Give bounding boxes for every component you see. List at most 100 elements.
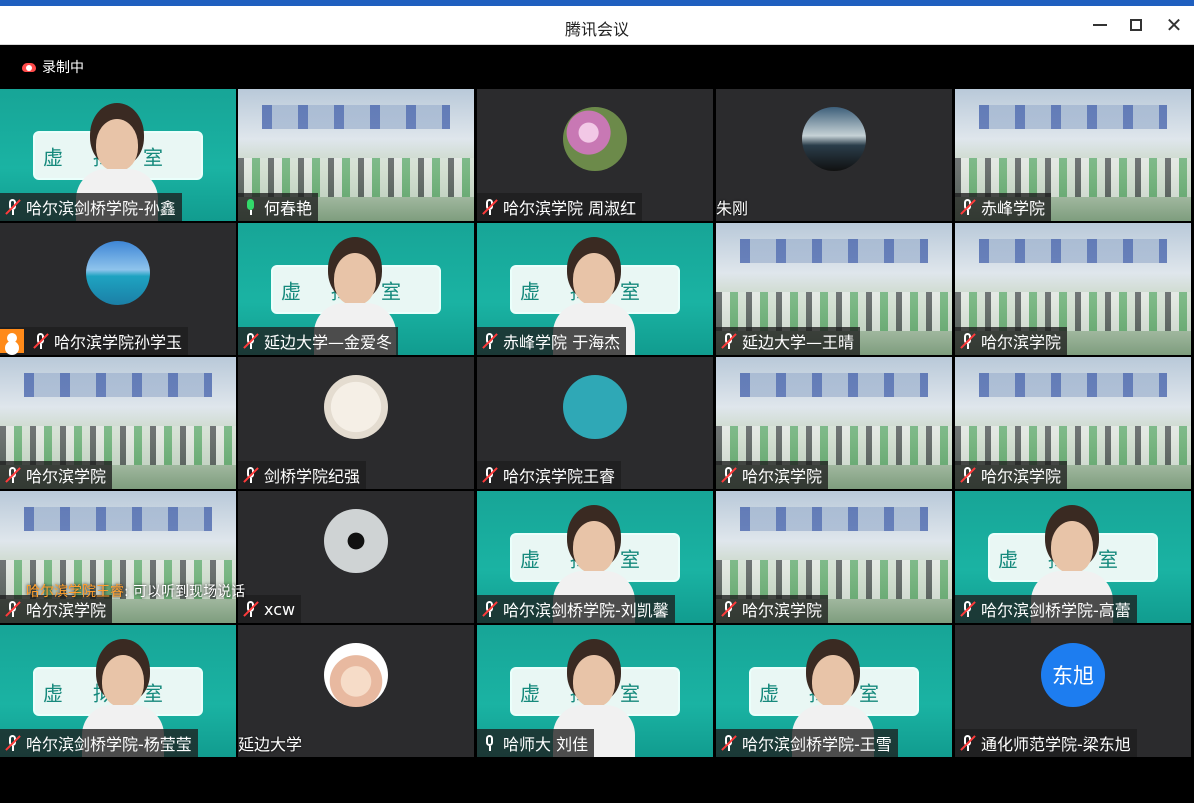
participant-tile[interactable]: 哈尔滨学院 <box>716 357 952 489</box>
mic-muted-icon <box>4 466 22 484</box>
participant-tile[interactable]: 虚拟室赤峰学院 于海杰 <box>477 223 713 355</box>
participant-name-label: 延边大学—王晴 <box>716 327 861 355</box>
participant-name-label: 哈尔滨学院孙学玉 <box>0 327 189 355</box>
meeting-stage: 虚拟室哈尔滨剑桥学院-孙鑫何春艳哈尔滨学院 周淑红朱刚赤峰学院哈尔滨学院孙学玉虚… <box>0 45 1194 803</box>
participant-name: 哈尔滨学院 <box>981 467 1062 486</box>
mic-muted-icon <box>4 198 22 216</box>
participant-tile[interactable]: 虚拟室哈尔滨剑桥学院-王雪 <box>716 625 952 757</box>
mic-muted-icon <box>959 332 977 350</box>
participant-name-label: 哈尔滨学院 <box>0 461 113 489</box>
participant-name: 哈尔滨学院 <box>981 333 1062 352</box>
participant-name: 哈尔滨剑桥学院-王雪 <box>742 735 892 754</box>
close-button[interactable]: ✕ <box>1160 12 1188 38</box>
participant-name-label: 延边大学—金爱冬 <box>238 327 399 355</box>
mic-muted-icon <box>720 600 738 618</box>
participant-name: 哈尔滨学院王睿 <box>503 467 616 486</box>
participant-tile[interactable]: 朱刚 <box>716 89 952 221</box>
participant-name: 赤峰学院 于海杰 <box>503 333 621 352</box>
participant-tile[interactable]: 延边大学 <box>238 625 474 757</box>
avatar <box>802 107 866 171</box>
chat-separator: : <box>124 584 134 600</box>
mic-muted-icon <box>959 600 977 618</box>
participant-name: 哈尔滨学院 周淑红 <box>503 199 637 218</box>
participant-name: 哈尔滨剑桥学院-刘凯馨 <box>503 601 669 620</box>
participant-tile[interactable]: 何春艳 <box>238 89 474 221</box>
mic-muted-icon <box>481 466 499 484</box>
participant-tile[interactable]: 哈尔滨学院王睿 <box>477 357 713 489</box>
mic-muted-icon <box>959 466 977 484</box>
mic-muted-icon <box>242 332 260 350</box>
avatar: 东旭 <box>1041 643 1105 707</box>
participant-name: 通化师范学院-梁东旭 <box>981 735 1131 754</box>
mic-muted-icon <box>720 734 738 752</box>
participant-tile[interactable]: 东旭通化师范学院-梁东旭 <box>955 625 1191 757</box>
participant-tile[interactable]: 虚拟室哈尔滨剑桥学院-刘凯馨 <box>477 491 713 623</box>
maximize-button[interactable] <box>1122 12 1150 38</box>
participant-name-label: xcw <box>238 595 302 623</box>
avatar <box>563 107 627 171</box>
chat-message: 可以听到现场说话 <box>133 584 246 600</box>
participant-tile[interactable]: 哈尔滨学院 <box>716 491 952 623</box>
participant-name: 哈尔滨剑桥学院-高蕾 <box>981 601 1131 620</box>
chat-toast[interactable]: 哈尔滨学院王睿: 可以听到现场说话 <box>26 581 251 600</box>
participant-tile[interactable]: 哈尔滨学院 <box>0 491 236 623</box>
mic-muted-icon <box>242 600 260 618</box>
participant-tile[interactable]: 虚拟室哈尔滨剑桥学院-杨莹莹 <box>0 625 236 757</box>
participant-tile[interactable]: 虚拟室延边大学—金爱冬 <box>238 223 474 355</box>
participant-name-label: 哈尔滨剑桥学院-高蕾 <box>955 595 1137 623</box>
avatar <box>86 241 150 305</box>
participant-tile[interactable]: 哈尔滨学院 <box>0 357 236 489</box>
window-title: 腾讯会议 <box>564 20 629 39</box>
avatar <box>324 643 388 707</box>
avatar <box>324 509 388 573</box>
video-grid: 虚拟室哈尔滨剑桥学院-孙鑫何春艳哈尔滨学院 周淑红朱刚赤峰学院哈尔滨学院孙学玉虚… <box>0 89 1194 759</box>
participant-tile[interactable]: 哈尔滨学院 <box>955 357 1191 489</box>
mic-on-icon <box>481 734 499 752</box>
participant-name: 哈尔滨剑桥学院-孙鑫 <box>26 199 176 218</box>
recording-icon <box>22 62 36 72</box>
participant-name: 哈尔滨学院 <box>26 601 107 620</box>
participant-name: 哈尔滨学院 <box>742 467 823 486</box>
participant-name: 哈尔滨剑桥学院-杨莹莹 <box>26 735 192 754</box>
participant-name-label: 哈师大 刘佳 <box>477 729 595 757</box>
participant-tile[interactable]: 剑桥学院纪强 <box>238 357 474 489</box>
avatar <box>563 375 627 439</box>
participant-name: 哈尔滨学院孙学玉 <box>54 333 183 352</box>
participant-name-label: 哈尔滨学院王睿 <box>477 461 622 489</box>
participant-name: 延边大学—王晴 <box>742 333 855 352</box>
participant-name-label: 哈尔滨学院 周淑红 <box>477 193 643 221</box>
participant-name-label: 哈尔滨剑桥学院-杨莹莹 <box>0 729 198 757</box>
participant-name-label: 赤峰学院 于海杰 <box>477 327 627 355</box>
participant-name: 哈师大 刘佳 <box>503 735 589 754</box>
participant-name-label: 赤峰学院 <box>955 193 1052 221</box>
participant-name-label: 哈尔滨学院 <box>716 461 829 489</box>
recording-label: 录制中 <box>42 60 84 76</box>
recording-indicator[interactable]: 录制中 <box>14 56 94 78</box>
participant-tile[interactable]: 虚拟室哈尔滨剑桥学院-孙鑫 <box>0 89 236 221</box>
participant-name-label: 延边大学 <box>238 729 308 757</box>
participant-name-label: 何春艳 <box>238 193 319 221</box>
participant-tile[interactable]: 延边大学—王晴 <box>716 223 952 355</box>
participant-name: 赤峰学院 <box>981 199 1046 218</box>
participant-name-label: 哈尔滨剑桥学院-刘凯馨 <box>477 595 675 623</box>
mic-muted-icon <box>481 600 499 618</box>
participant-name: 剑桥学院纪强 <box>264 467 361 486</box>
mic-muted-icon <box>720 466 738 484</box>
minimize-icon <box>1093 24 1107 26</box>
participant-name-label: 哈尔滨剑桥学院-孙鑫 <box>0 193 182 221</box>
user-icon <box>0 329 24 353</box>
participant-tile[interactable]: 虚拟室哈师大 刘佳 <box>477 625 713 757</box>
participant-name: 延边大学 <box>238 735 303 754</box>
participant-name-label: 通化师范学院-梁东旭 <box>955 729 1137 757</box>
participant-tile[interactable]: 哈尔滨学院 周淑红 <box>477 89 713 221</box>
participant-tile[interactable]: 哈尔滨学院孙学玉 <box>0 223 236 355</box>
participant-tile[interactable]: 赤峰学院 <box>955 89 1191 221</box>
participant-tile[interactable]: xcw <box>238 491 474 623</box>
minimize-button[interactable] <box>1086 12 1114 38</box>
close-icon: ✕ <box>1165 13 1183 37</box>
participant-tile[interactable]: 虚拟室哈尔滨剑桥学院-高蕾 <box>955 491 1191 623</box>
participant-name: 哈尔滨学院 <box>26 467 107 486</box>
participant-name: xcw <box>264 599 296 619</box>
participant-tile[interactable]: 哈尔滨学院 <box>955 223 1191 355</box>
title-bar[interactable]: 腾讯会议 ✕ <box>0 6 1194 45</box>
